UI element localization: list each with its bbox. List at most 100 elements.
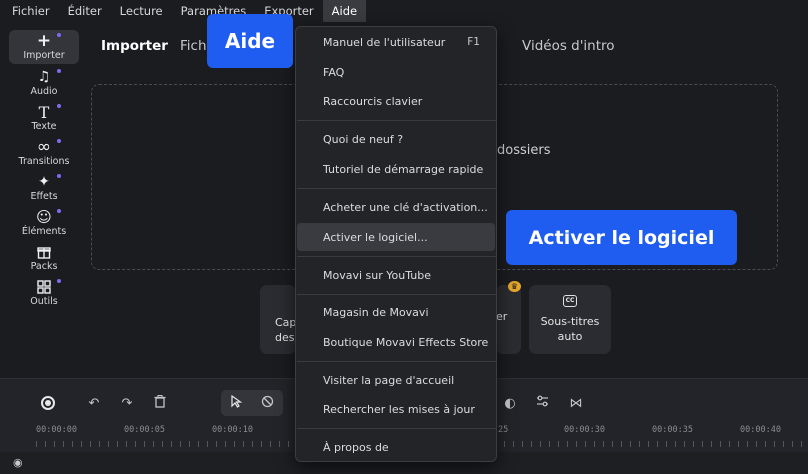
blade-icon	[261, 395, 274, 412]
menu-separator	[297, 294, 497, 295]
transition-button[interactable]: ⋈	[564, 393, 588, 413]
plus-icon: +	[36, 30, 52, 51]
premium-tool-card[interactable]: er	[496, 285, 521, 354]
sidebar-item-label: Packs	[30, 261, 58, 272]
record-icon	[41, 396, 55, 410]
menu-item-manuel[interactable]: Manuel de l'utilisateur F1	[296, 28, 496, 56]
gift-icon	[37, 244, 51, 260]
menu-lecture[interactable]: Lecture	[111, 0, 172, 22]
tick-label: 00:00:00	[36, 425, 77, 435]
menu-fichier[interactable]: Fichier	[0, 0, 59, 22]
auto-subtitles-label: Sous-titres	[540, 315, 600, 328]
tab-videos-intro[interactable]: Vidéos d'intro	[522, 38, 615, 54]
menu-item-quoi-de-neuf[interactable]: Quoi de neuf ?	[296, 125, 496, 153]
tick-label: 00:00:30	[564, 425, 605, 435]
menu-item-label: Manuel de l'utilisateur	[323, 35, 446, 49]
menu-item-magasin[interactable]: Magasin de Movavi	[296, 298, 496, 326]
new-indicator-dot	[57, 279, 61, 283]
music-note-icon: ♫	[37, 68, 51, 85]
sidebar-item-label: Transitions	[18, 156, 70, 167]
menu-separator	[297, 428, 497, 429]
menu-item-youtube[interactable]: Movavi sur YouTube	[296, 261, 496, 289]
menu-item-tutoriel[interactable]: Tutoriel de démarrage rapide	[296, 155, 496, 183]
delete-button[interactable]	[148, 393, 172, 413]
menu-item-mises-a-jour[interactable]: Rechercher les mises à jour	[296, 395, 496, 423]
menu-item-page-accueil[interactable]: Visiter la page d'accueil	[296, 366, 496, 394]
sidebar-item-importer[interactable]: + Importer	[9, 30, 79, 64]
undo-icon: ↶	[88, 395, 100, 411]
crown-icon: ♛	[508, 281, 521, 292]
callout-activer-logiciel: Activer le logiciel	[506, 210, 737, 265]
menu-item-label: Acheter une clé d'activation...	[323, 200, 488, 214]
new-indicator-dot	[57, 33, 61, 37]
blade-tool-button[interactable]	[255, 393, 279, 413]
auto-subtitles-label-2: auto	[557, 330, 583, 343]
menu-item-raccourcis[interactable]: Raccourcis clavier	[296, 87, 496, 115]
sidebar-item-texte[interactable]: T Texte	[9, 101, 79, 135]
new-indicator-dot	[57, 69, 61, 73]
menu-separator	[297, 120, 497, 121]
callout-aide: Aide	[207, 14, 293, 68]
redo-button[interactable]: ↷	[115, 393, 139, 413]
menu-item-label: À propos de	[323, 440, 389, 454]
select-tool-button[interactable]	[224, 393, 248, 413]
sidebar-item-transitions[interactable]: ∞ Transitions	[9, 136, 79, 170]
redo-icon: ↷	[121, 395, 133, 411]
menu-item-label: Rechercher les mises à jour	[323, 402, 475, 416]
menu-item-activer-logiciel[interactable]: Activer le logiciel...	[297, 223, 495, 251]
menu-item-label: Magasin de Movavi	[323, 305, 429, 319]
sparkle-icon: ✦	[38, 173, 50, 190]
new-indicator-dot	[57, 209, 61, 213]
eye-icon[interactable]: ◉	[13, 456, 23, 469]
stabilize-button[interactable]: ◐	[498, 393, 522, 413]
drop-zone-text: dossiers	[497, 143, 551, 158]
menu-item-label: Visiter la page d'accueil	[323, 373, 455, 387]
sidebar-item-label: Audio	[30, 86, 58, 97]
sidebar-item-effets[interactable]: ✦ Effets	[9, 171, 79, 205]
new-indicator-dot	[57, 174, 61, 178]
menu-item-label: Boutique Movavi Effects Store	[323, 335, 489, 349]
menu-editer[interactable]: Éditer	[59, 0, 111, 22]
closed-captions-icon: CC	[563, 295, 577, 307]
menu-item-shortcut: F1	[467, 36, 480, 48]
tab-fichiers[interactable]: Fichi	[180, 38, 210, 54]
trash-icon	[154, 394, 166, 412]
menu-item-effects-store[interactable]: Boutique Movavi Effects Store	[296, 328, 496, 356]
menu-aide[interactable]: Aide	[322, 0, 367, 22]
new-indicator-dot	[57, 139, 61, 143]
menu-separator	[297, 188, 497, 189]
menu-item-acheter-cle[interactable]: Acheter une clé d'activation...	[296, 193, 496, 221]
text-icon: T	[38, 102, 50, 122]
bowtie-icon: ⋈	[569, 395, 583, 411]
menu-item-label: Activer le logiciel...	[323, 230, 428, 244]
cursor-icon	[230, 394, 243, 412]
adjust-button[interactable]	[530, 393, 554, 413]
menu-item-label: Movavi sur YouTube	[323, 268, 431, 282]
half-circle-icon: ◐	[504, 395, 516, 411]
sidebar: + Importer ♫ Audio T Texte ∞ Transitions…	[0, 22, 88, 378]
menu-item-label: Tutoriel de démarrage rapide	[323, 162, 484, 176]
record-button[interactable]	[36, 393, 60, 413]
infinity-icon: ∞	[36, 136, 52, 157]
sidebar-item-elements[interactable]: ☺ Éléments	[9, 206, 79, 240]
menu-item-a-propos[interactable]: À propos de	[296, 433, 496, 461]
tab-importer[interactable]: Importer	[101, 38, 168, 54]
menu-item-label: FAQ	[323, 65, 345, 79]
sidebar-item-label: Éléments	[21, 226, 67, 237]
sidebar-item-packs[interactable]: Packs	[9, 241, 79, 275]
undo-button[interactable]: ↶	[82, 393, 106, 413]
capture-card[interactable]: Cap des	[260, 285, 296, 354]
help-dropdown-menu: Manuel de l'utilisateur F1 FAQ Raccourci…	[295, 26, 497, 462]
menu-item-label: Quoi de neuf ?	[323, 132, 404, 146]
grid-icon	[37, 279, 51, 295]
sidebar-item-label: Texte	[31, 121, 57, 132]
menu-item-faq[interactable]: FAQ	[296, 58, 496, 86]
sidebar-item-audio[interactable]: ♫ Audio	[9, 66, 79, 100]
sidebar-item-outils[interactable]: Outils	[9, 276, 79, 310]
menu-separator	[297, 256, 497, 257]
tool-mode-group	[221, 390, 283, 416]
auto-subtitles-card[interactable]: CC Sous-titres auto	[529, 285, 611, 354]
tick-label: 00:00:10	[212, 425, 253, 435]
tick-label: 00:00:05	[124, 425, 165, 435]
tick-label: 00:00:40	[740, 425, 781, 435]
